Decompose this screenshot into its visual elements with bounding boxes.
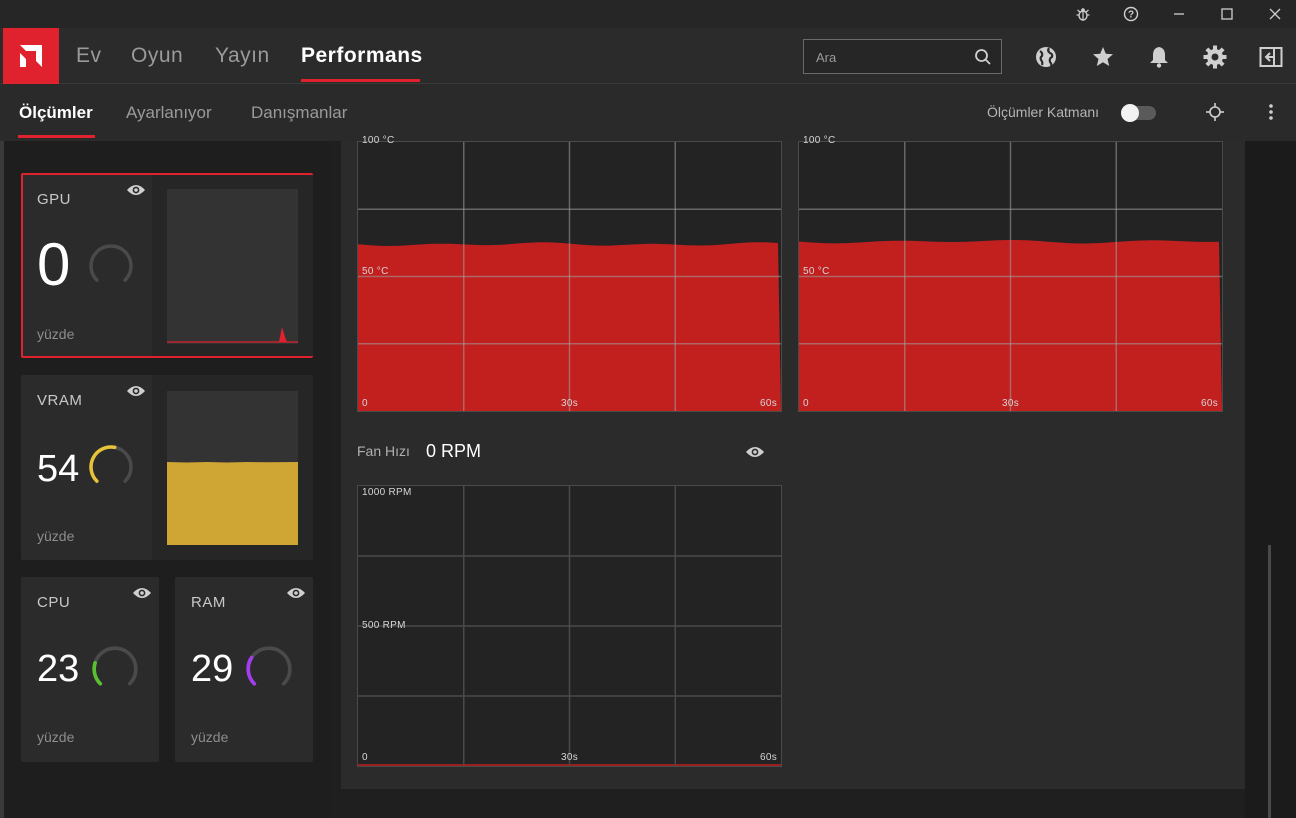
sidebar-toggle-icon[interactable] [1257,43,1285,71]
eye-icon[interactable] [284,583,308,603]
more-options-icon[interactable] [1260,100,1282,124]
gear-icon[interactable] [1201,43,1229,71]
tab-olcumler[interactable]: Ölçümler [19,103,93,123]
tab-danismanlar[interactable]: Danışmanlar [251,103,347,123]
vram-mini-graph [167,391,298,545]
eye-icon[interactable] [130,583,154,603]
vertical-scrollbar[interactable] [1268,545,1271,818]
metrics-overlay-label: Ölçümler Katmanı [987,104,1100,120]
fan-speed-value: 0 RPM [426,441,482,461]
vram-title: VRAM [37,392,83,409]
x-axis-mid-label: 30s [561,752,579,763]
cpu-value: 23 [37,648,80,690]
x-axis-end-label: 60s [1201,398,1219,409]
x-axis-start-label: 0 [362,752,368,763]
cpu-unit: yüzde [37,729,75,745]
fan-speed-graph: 1000 RPM 500 RPM 0 30s 60s [357,485,782,767]
eye-icon[interactable] [124,180,148,200]
nav-item-performans[interactable]: Performans [301,44,423,68]
x-axis-mid-label: 30s [561,398,579,409]
globe-icon[interactable] [1032,43,1060,71]
y-axis-mid-label: 50 °C [803,266,830,277]
vram-unit: yüzde [37,528,75,544]
vram-gauge [89,445,133,483]
gpu-gauge [89,244,133,282]
toggle-knob [1121,104,1139,122]
help-icon[interactable]: ? [1111,0,1151,28]
nav-item-yayin[interactable]: Yayın [215,44,270,68]
maximize-icon[interactable] [1207,0,1247,28]
y-axis-top-label: 100 °C [362,135,395,146]
ram-gauge [246,646,292,686]
x-axis-start-label: 0 [362,398,368,409]
fan-speed-graph-plot [358,486,781,766]
temperature-graph-right: 100 °C 50 °C 0 30s 60s [798,135,1223,412]
cpu-card[interactable]: CPU 23 yüzde [21,577,159,762]
vram-card[interactable]: VRAM 54 yüzde [21,375,313,560]
temperature-graph-right-plot [799,142,1222,411]
x-axis-end-label: 60s [760,398,778,409]
title-bar: ? [0,0,1296,28]
nav-item-oyun[interactable]: Oyun [131,44,183,68]
gpu-mini-graph [167,189,298,344]
bell-icon[interactable] [1145,43,1173,71]
fan-speed-title: Fan Hızı [357,443,410,459]
y-axis-top-label: 100 °C [803,135,836,146]
amd-logo[interactable] [3,28,59,84]
left-edge [0,141,4,818]
search-icon[interactable] [972,46,994,68]
gpu-mini-graph-plot [167,327,298,343]
vram-mini-graph-plot [167,462,298,545]
gpu-title: GPU [37,191,72,208]
temperature-graph-left: 100 °C 50 °C 0 30s 60s [357,135,782,412]
search-input[interactable] [816,48,966,66]
tab-ayarlaniyor[interactable]: Ayarlanıyor [126,103,212,123]
y-axis-mid-label: 50 °C [362,266,389,277]
vram-value: 54 [37,448,80,490]
tab-active-indicator [18,135,95,138]
close-icon[interactable] [1255,0,1295,28]
x-axis-start-label: 0 [803,398,809,409]
cpu-title: CPU [37,594,71,611]
x-axis-mid-label: 30s [1002,398,1020,409]
svg-text:?: ? [1128,10,1134,21]
gpu-unit: yüzde [37,326,75,342]
y-axis-mid-label: 500 RPM [362,620,406,631]
search-box [803,39,1002,74]
cpu-gauge [92,646,138,686]
crosshair-icon[interactable] [1203,100,1227,124]
app-window: ? Ev Oyun Yayın Performans Ara Ölçümler … [0,0,1296,818]
star-icon[interactable] [1089,43,1117,71]
nav-item-ev[interactable]: Ev [76,44,102,68]
ram-unit: yüzde [191,729,229,745]
amd-logo-icon [20,45,42,67]
minimize-icon[interactable] [1159,0,1199,28]
bug-icon[interactable] [1063,0,1103,28]
x-axis-end-label: 60s [760,752,778,763]
temperature-graph-left-plot [358,142,781,411]
nav-active-indicator [301,79,420,82]
gpu-card[interactable]: GPU 0 yüzde [21,173,313,358]
eye-icon[interactable] [743,442,767,462]
ram-card[interactable]: RAM 29 yüzde [175,577,313,762]
ram-title: RAM [191,594,226,611]
ram-value: 29 [191,648,234,690]
y-axis-top-label: 1000 RPM [362,487,412,498]
gpu-value: 0 [37,231,71,298]
metrics-overlay-toggle[interactable] [1121,104,1156,122]
eye-icon[interactable] [124,381,148,401]
